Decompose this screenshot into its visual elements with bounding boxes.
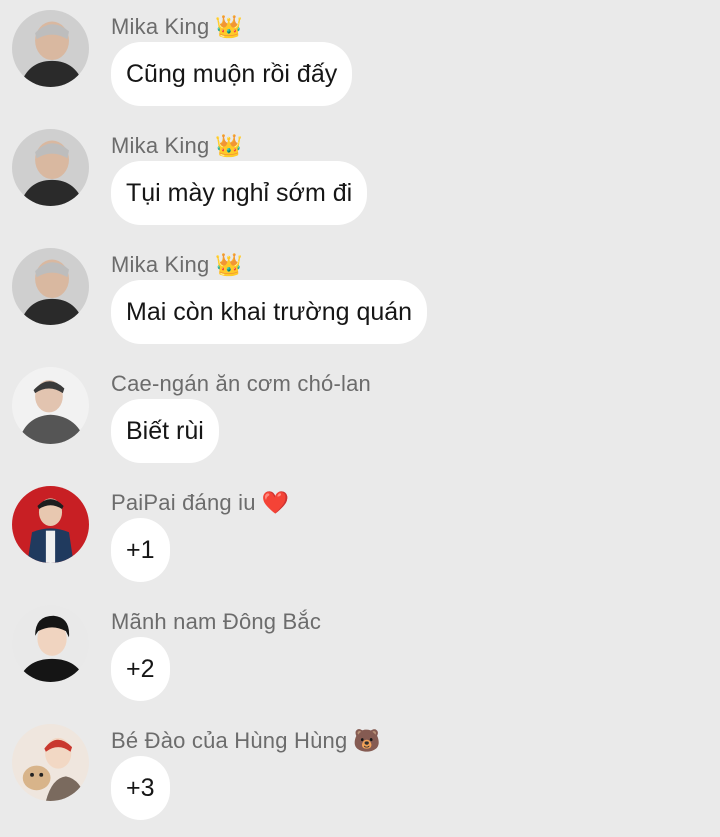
sender-row: Mika King 👑 [111, 131, 243, 161]
sender-name: Bé Đào của Hùng Hùng [111, 728, 348, 753]
message-item: Mika King 👑 Tụi mày nghỉ sớm đi [0, 119, 720, 231]
avatar[interactable] [12, 605, 89, 682]
message-bubble[interactable]: +1 [111, 518, 170, 582]
avatar[interactable] [12, 129, 89, 206]
chat-message-list[interactable]: Mika King 👑 Cũng muộn rồi đấy Mika King … [0, 0, 720, 837]
sender-row: Cae-ngán ăn cơm chó-lan [111, 369, 371, 399]
avatar[interactable] [12, 486, 89, 563]
heart-icon: ❤️ [261, 490, 290, 515]
message-bubble[interactable]: +2 [111, 637, 170, 701]
sender-name: Cae-ngán ăn cơm chó-lan [111, 371, 371, 396]
avatar[interactable] [12, 724, 89, 801]
message-item: Mãnh nam Đông Bắc +2 [0, 595, 720, 707]
bear-icon: 🐻 [353, 728, 381, 753]
message-item: Cae-ngán ăn cơm chó-lan Biết rùi [0, 357, 720, 469]
avatar[interactable] [12, 367, 89, 444]
message-item: Bé Đào của Hùng Hùng 🐻 +3 [0, 714, 720, 826]
message-bubble[interactable]: Tụi mày nghỉ sớm đi [111, 161, 368, 225]
sender-name: Mika King [111, 133, 210, 158]
sender-name: Mika King [111, 14, 210, 39]
sender-row: Bé Đào của Hùng Hùng 🐻 [111, 726, 381, 756]
sender-row: PaiPai đáng iu ❤️ [111, 488, 289, 518]
sender-name: Mika King [111, 252, 210, 277]
crown-icon: 👑 [215, 14, 243, 39]
avatar[interactable] [12, 10, 89, 87]
message-item: Mika King 👑 Cũng muộn rồi đấy [0, 0, 720, 112]
message-bubble[interactable]: Mai còn khai trường quán [111, 280, 428, 344]
message-bubble[interactable]: Biết rùi [111, 399, 219, 463]
crown-icon: 👑 [215, 252, 243, 277]
crown-icon: 👑 [215, 133, 243, 158]
sender-row: Mika King 👑 [111, 250, 243, 280]
sender-row: Mika King 👑 [111, 12, 243, 42]
avatar[interactable] [12, 248, 89, 325]
message-item: PaiPai đáng iu ❤️ +1 [0, 476, 720, 588]
message-bubble[interactable]: Cũng muộn rồi đấy [111, 42, 353, 106]
sender-name: Mãnh nam Đông Bắc [111, 609, 322, 634]
message-bubble[interactable]: +3 [111, 756, 170, 820]
message-item: Mika King 👑 Mai còn khai trường quán [0, 238, 720, 350]
sender-name: PaiPai đáng iu [111, 490, 256, 515]
sender-row: Mãnh nam Đông Bắc [111, 607, 321, 637]
